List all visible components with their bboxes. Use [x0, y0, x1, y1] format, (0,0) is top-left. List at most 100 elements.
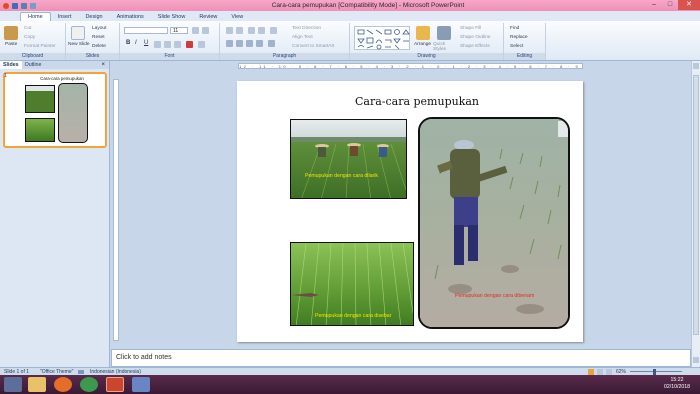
chrome-icon[interactable] [80, 377, 98, 392]
clock[interactable]: 15:22 02/10/2018 [664, 377, 690, 391]
bullets-icon[interactable] [226, 27, 233, 34]
spacing-icon[interactable] [174, 41, 181, 48]
shape-fill-button[interactable]: Shape Fill [460, 26, 481, 31]
close-panel-icon[interactable]: × [101, 61, 109, 69]
notes-pane[interactable]: Click to add notes [111, 349, 691, 367]
select-button[interactable]: Select [510, 44, 523, 49]
drawing-group-label: Drawing [350, 53, 503, 60]
clock-time: 15:22 [670, 377, 684, 383]
file-explorer-icon[interactable] [28, 377, 46, 392]
scroll-up-icon[interactable] [693, 63, 699, 69]
shadow-icon[interactable] [164, 41, 171, 48]
tab-review[interactable]: Review [192, 13, 224, 21]
scroll-down-icon[interactable] [693, 357, 699, 363]
tab-outline[interactable]: Outline [22, 61, 45, 69]
delete-button[interactable]: Delete [92, 44, 106, 49]
tab-slides[interactable]: Slides [0, 61, 22, 69]
underline-icon[interactable]: U [144, 40, 148, 46]
slide-canvas[interactable]: Cara-cara pemupukan Pemupukan dengan car… [237, 81, 583, 342]
tab-view[interactable]: View [224, 13, 250, 21]
title-bar: Cara-cara pemupukan [Compatibility Mode]… [0, 0, 700, 11]
new-slide-button[interactable]: New Slide [68, 42, 90, 47]
firefox-icon[interactable] [54, 377, 72, 392]
caption-dibenam[interactable]: Pemupukan dengan cara dibenam [455, 293, 534, 299]
start-icon[interactable] [4, 377, 22, 392]
font-name-box[interactable] [124, 27, 168, 34]
find-button[interactable]: Find [510, 26, 519, 31]
powerpoint-icon[interactable] [106, 377, 124, 392]
close-button[interactable]: ✕ [678, 0, 700, 10]
word-icon[interactable] [132, 377, 150, 392]
decrease-indent-icon[interactable] [248, 27, 255, 34]
photo-dilarik[interactable] [290, 119, 407, 199]
copy-button[interactable]: Copy [24, 35, 35, 40]
columns-icon[interactable] [268, 40, 275, 47]
convert-smartart-button[interactable]: Convert to SmartArt [292, 44, 334, 49]
slide-title[interactable]: Cara-cara pemupukan [337, 95, 497, 108]
office-button-icon[interactable] [3, 2, 9, 9]
caption-dilarik[interactable]: Pemupukan dengan cara dilarik [305, 173, 378, 179]
clipboard-group-label: Clipboard [0, 53, 65, 60]
new-slide-icon[interactable] [71, 26, 85, 40]
cut-button[interactable]: Cut [24, 26, 31, 31]
align-text-button[interactable]: Align Text [292, 35, 313, 40]
redo-icon[interactable] [30, 2, 36, 9]
tab-animations[interactable]: Animations [110, 13, 151, 21]
grow-font-icon[interactable] [192, 27, 199, 34]
align-center-icon[interactable] [236, 40, 243, 47]
justify-icon[interactable] [256, 40, 263, 47]
shape-outline-button[interactable]: Shape Outline [460, 35, 490, 40]
taskbar: 15:22 02/10/2018 [0, 375, 700, 394]
status-bar: Slide 1 of 1 "Office Theme" Indonesian (… [0, 367, 700, 375]
tab-insert[interactable]: Insert [51, 13, 79, 21]
shapes-gallery[interactable] [354, 26, 410, 50]
paste-button[interactable]: Paste [5, 42, 17, 47]
format-painter-button[interactable]: Format Painter [24, 44, 56, 49]
quick-styles-button[interactable]: Quick Styles [433, 42, 455, 52]
spelling-icon[interactable] [78, 370, 84, 374]
arrange-button[interactable]: Arrange [414, 42, 431, 47]
maximize-button[interactable]: □ [662, 0, 678, 10]
slide-thumbnail-title: Cara-cara pemupukan [40, 76, 84, 81]
tab-slide-show[interactable]: Slide Show [151, 13, 193, 21]
save-icon[interactable] [12, 2, 18, 9]
align-right-icon[interactable] [246, 40, 253, 47]
line-spacing-icon[interactable] [270, 27, 277, 34]
slides-group-label: Slides [66, 53, 119, 60]
italic-icon[interactable]: I [135, 40, 137, 46]
font-size-box[interactable]: 11 [170, 27, 188, 34]
numbering-icon[interactable] [236, 27, 243, 34]
replace-button[interactable]: Replace [510, 35, 528, 40]
scrollbar-thumb[interactable] [693, 75, 699, 335]
tab-home[interactable]: Home [20, 12, 51, 21]
ribbon: Paste Cut Copy Format Painter Clipboard … [0, 21, 700, 61]
minimize-button[interactable]: – [646, 0, 662, 10]
zoom-slider[interactable] [630, 371, 682, 372]
reset-button[interactable]: Reset [92, 35, 105, 40]
shrink-font-icon[interactable] [202, 27, 209, 34]
shape-effects-button[interactable]: Shape Effects [460, 44, 490, 49]
layout-button[interactable]: Layout [92, 26, 106, 31]
font-group: 11 B I U Font [120, 23, 220, 60]
caption-disebar[interactable]: Pemupukan dengan cara disebar [315, 313, 391, 319]
paste-icon[interactable] [4, 26, 18, 40]
notes-placeholder: Click to add notes [116, 354, 172, 361]
align-left-icon[interactable] [226, 40, 233, 47]
tab-design[interactable]: Design [78, 13, 109, 21]
window-title: Cara-cara pemupukan [Compatibility Mode]… [271, 2, 465, 9]
bold-icon[interactable]: B [126, 40, 130, 46]
vertical-scrollbar[interactable] [691, 61, 700, 369]
change-case-icon[interactable] [198, 41, 205, 48]
quick-access-toolbar [0, 2, 90, 9]
editing-group-label: Editing [504, 53, 545, 60]
quick-styles-icon[interactable] [437, 26, 451, 40]
arrange-icon[interactable] [416, 26, 430, 40]
slides-group: New Slide Layout Reset Delete Slides [66, 23, 120, 60]
text-direction-button[interactable]: Text Direction [292, 26, 321, 31]
slide-thumbnail[interactable]: 1 Cara-cara pemupukan [3, 72, 107, 148]
increase-indent-icon[interactable] [258, 27, 265, 34]
strikethrough-icon[interactable] [154, 41, 161, 48]
clipboard-group: Paste Cut Copy Format Painter Clipboard [0, 23, 66, 60]
font-color-icon[interactable] [186, 41, 193, 48]
undo-icon[interactable] [21, 2, 27, 9]
